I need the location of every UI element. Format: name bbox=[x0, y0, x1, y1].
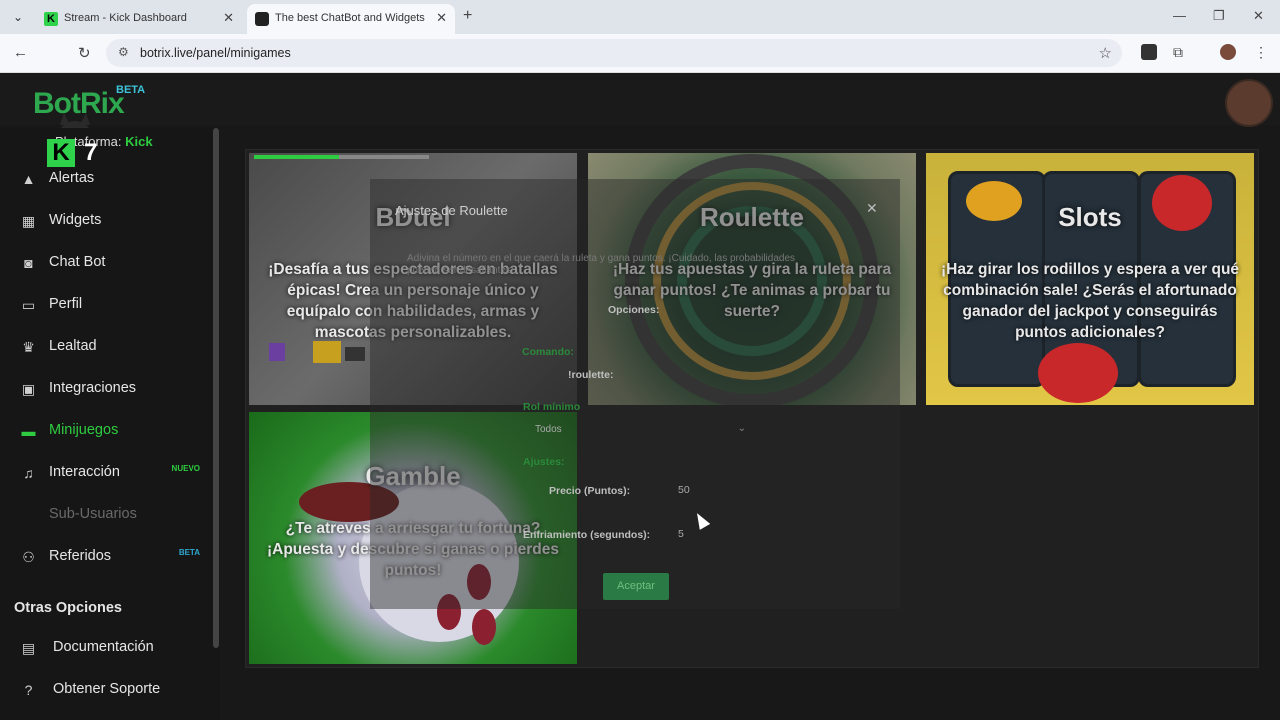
price-input[interactable]: 50 bbox=[676, 480, 748, 502]
id-card-icon: ▭ bbox=[21, 297, 36, 313]
app-root: BotRix BETA Plataforma: Kick K 7 ▲ Alert… bbox=[0, 73, 1280, 720]
grid-icon: ▦ bbox=[21, 213, 36, 229]
robot-icon: ◙ bbox=[24, 255, 33, 271]
sidebar-item-label: Minijuegos bbox=[49, 422, 119, 438]
kick-badge: K bbox=[47, 139, 75, 167]
strawberry-icon bbox=[1038, 343, 1118, 403]
sidebar-item-integraciones[interactable]: ▣ Integraciones bbox=[20, 378, 210, 402]
sidebar-item-sub-usuarios[interactable]: Sub-Usuarios bbox=[20, 504, 210, 528]
health-bar-empty bbox=[339, 155, 429, 159]
sidebar-item-widgets[interactable]: ▦ Widgets bbox=[20, 210, 210, 234]
game-card-slots[interactable]: Slots ¡Haz girar los rodillos y espera a… bbox=[926, 153, 1254, 405]
sidebar-item-label: Perfil bbox=[49, 296, 83, 312]
sidebar-item-interaccion[interactable]: ♫ Interacción NUEVO bbox=[20, 462, 210, 486]
cubes-icon: ▣ bbox=[21, 381, 36, 397]
tab-search-icon[interactable]: ⌄ bbox=[8, 7, 28, 27]
logo-beta-badge: BETA bbox=[116, 84, 146, 96]
new-tab-icon[interactable]: + bbox=[463, 7, 472, 25]
address-bar: ← ↻ ⚙ botrix.live/panel/minigames ☆ ⧉ bbox=[0, 34, 1280, 73]
bookmark-star-icon[interactable]: ☆ bbox=[1099, 44, 1112, 62]
url-input[interactable]: ⚙ botrix.live/panel/minigames ☆ bbox=[106, 39, 1122, 67]
tab-kick-dashboard[interactable]: K Stream - Kick Dashboard ✕ bbox=[36, 4, 242, 34]
role-label: Rol mínimo bbox=[523, 401, 581, 413]
sidebar-item-referidos[interactable]: ⚇ Referidos BETA bbox=[20, 546, 210, 570]
restore-icon[interactable]: ❐ bbox=[1213, 8, 1225, 24]
sidebar-item-label: Obtener Soporte bbox=[53, 681, 161, 697]
minimize-icon[interactable]: — bbox=[1173, 8, 1186, 23]
trophy-icon: ♛ bbox=[22, 339, 35, 355]
window-close-icon[interactable]: ✕ bbox=[1253, 8, 1264, 24]
user-avatar[interactable] bbox=[1225, 79, 1273, 127]
kick-count: 7 bbox=[84, 139, 98, 166]
sidebar-item-perfil[interactable]: ▭ Perfil bbox=[20, 294, 210, 318]
extension-icon[interactable] bbox=[1141, 44, 1157, 60]
command-label: Comando: bbox=[522, 346, 574, 358]
app-topbar bbox=[0, 73, 1280, 125]
tab-title: The best ChatBot and Widgets bbox=[275, 12, 425, 24]
accept-button[interactable]: Aceptar bbox=[603, 573, 669, 600]
sidebar-item-label: Alertas bbox=[49, 170, 95, 186]
health-bar bbox=[254, 155, 339, 159]
help-icon: ? bbox=[24, 682, 33, 698]
users-icon bbox=[20, 507, 37, 524]
warning-icon: ▲ bbox=[21, 171, 36, 187]
sidebar-section-title: Otras Opciones bbox=[14, 600, 122, 616]
command-value: !roulette: bbox=[568, 369, 614, 381]
new-badge: NUEVO bbox=[171, 464, 200, 473]
modal-info-text-2: pueden ser desafiantes! bbox=[407, 265, 514, 276]
sidebar-item-label: Documentación bbox=[53, 639, 154, 655]
game-description: ¡Haz girar los rodillos y espera a ver q… bbox=[940, 261, 1240, 341]
back-icon[interactable]: ← bbox=[13, 44, 28, 61]
cooldown-input[interactable]: 5 bbox=[676, 524, 748, 546]
roulette-settings-modal bbox=[370, 179, 900, 609]
url-text: botrix.live/panel/minigames bbox=[140, 46, 291, 60]
sidebar-item-label: Integraciones bbox=[49, 380, 137, 396]
kick-favicon-icon: K bbox=[44, 12, 58, 26]
sidebar-item-lealtad[interactable]: ♛ Lealtad bbox=[20, 336, 210, 360]
tab-title: Stream - Kick Dashboard bbox=[64, 12, 187, 24]
sidebar-item-label: Widgets bbox=[49, 212, 102, 228]
puzzle-icon[interactable]: ⧉ bbox=[1173, 44, 1189, 60]
modal-info-text: Adivina el número en el que caerá la rul… bbox=[407, 253, 796, 264]
sidebar-item-alertas[interactable]: ▲ Alertas bbox=[20, 168, 210, 192]
sidebar-item-label: Interacción bbox=[49, 464, 120, 480]
role-select[interactable]: Todos ⌄ bbox=[525, 419, 752, 441]
sidebar-item-label: Lealtad bbox=[49, 338, 97, 354]
browser-tabbar: ⌄ K Stream - Kick Dashboard ✕ The best C… bbox=[0, 0, 1280, 34]
sidebar-item-minijuegos[interactable]: ▬ Minijuegos bbox=[20, 420, 210, 444]
close-tab-icon[interactable]: ✕ bbox=[436, 10, 447, 26]
chevron-down-icon: ⌄ bbox=[737, 423, 746, 434]
beta-badge: BETA bbox=[178, 548, 200, 557]
sidebar-item-chat-bot[interactable]: ◙ Chat Bot bbox=[20, 252, 210, 276]
sidebar-item-label: Referidos bbox=[49, 548, 112, 564]
game-title: Slots bbox=[1058, 202, 1122, 232]
site-settings-icon[interactable]: ⚙ bbox=[118, 45, 129, 59]
modal-close-icon[interactable]: ✕ bbox=[866, 200, 878, 217]
close-tab-icon[interactable]: ✕ bbox=[223, 10, 234, 26]
sidebar-item-label: Sub-Usuarios bbox=[49, 506, 137, 522]
botrix-favicon-icon bbox=[255, 12, 269, 26]
tab-botrix[interactable]: The best ChatBot and Widgets ✕ bbox=[247, 4, 455, 34]
modal-title: Ajustes de Roulette bbox=[395, 203, 508, 218]
settings-label: Ajustes: bbox=[523, 456, 565, 468]
book-icon: ▤ bbox=[21, 640, 36, 656]
gamepad-icon: ▬ bbox=[21, 423, 36, 439]
users-icon: ⚇ bbox=[22, 549, 35, 565]
cooldown-label: Enfriamiento (segundos): bbox=[523, 529, 651, 541]
menu-icon[interactable]: ⋮ bbox=[1254, 44, 1268, 61]
reload-icon[interactable]: ↻ bbox=[78, 44, 91, 62]
sidebar-scrollbar[interactable] bbox=[213, 128, 219, 648]
role-select-value: Todos bbox=[535, 424, 562, 435]
music-icon: ♫ bbox=[23, 465, 34, 481]
sidebar-item-label: Chat Bot bbox=[49, 254, 106, 270]
cooldown-input-value: 5 bbox=[678, 528, 684, 540]
price-input-value: 50 bbox=[678, 484, 690, 496]
sidebar-item-soporte[interactable]: ? Obtener Soporte bbox=[20, 679, 210, 703]
profile-avatar[interactable] bbox=[1220, 44, 1236, 60]
sidebar-item-documentacion[interactable]: ▤ Documentación bbox=[20, 637, 210, 661]
platform-value: Kick bbox=[125, 134, 153, 149]
price-label: Precio (Puntos): bbox=[549, 485, 631, 497]
options-label: Opciones: bbox=[608, 304, 660, 316]
